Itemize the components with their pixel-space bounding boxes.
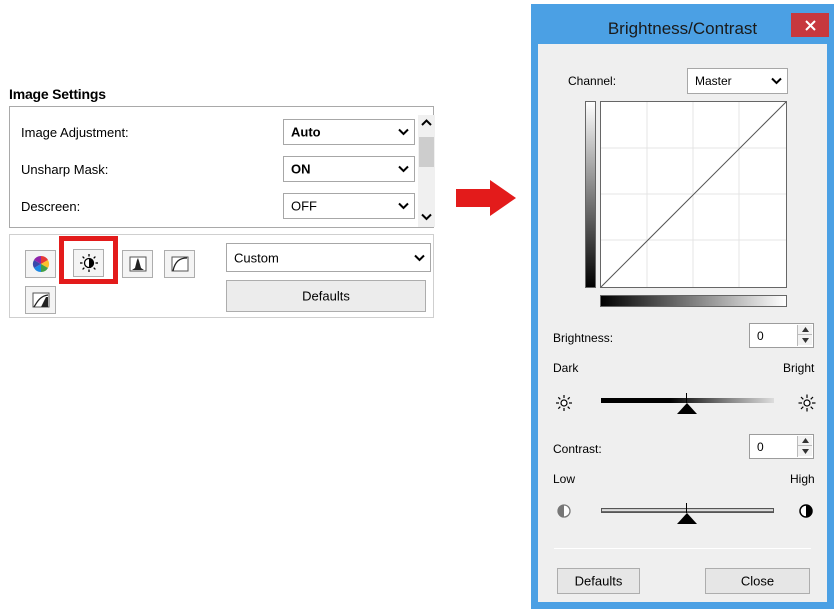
- tone-curve-button[interactable]: [164, 250, 195, 278]
- close-icon: [804, 19, 816, 31]
- spin-down-icon[interactable]: [798, 335, 812, 345]
- curve-line: [600, 101, 787, 288]
- slider-center-tick: [686, 503, 687, 513]
- spin-up-icon[interactable]: [798, 436, 812, 446]
- spin-down-icon[interactable]: [798, 446, 812, 456]
- right-arrow-icon: [456, 180, 516, 216]
- brightness-value: 0: [757, 329, 764, 343]
- final-review-button[interactable]: [25, 286, 56, 314]
- dialog-defaults-button[interactable]: Defaults: [557, 568, 640, 594]
- image-settings-panel: Image Adjustment: Auto Unsharp Mask: ON …: [9, 106, 435, 228]
- settings-scrollbar[interactable]: [418, 115, 435, 227]
- defaults-button[interactable]: Defaults: [226, 280, 426, 312]
- dialog-body: Channel: Master Brightness: 0 Dark Brigh…: [538, 44, 827, 602]
- sun-bright-icon: [798, 394, 816, 412]
- high-label: High: [790, 472, 815, 486]
- defaults-button-label: Defaults: [302, 288, 350, 304]
- descreen-row: Descreen: OFF: [19, 191, 415, 221]
- channel-value: Master: [695, 74, 732, 88]
- chevron-down-icon: [414, 254, 425, 261]
- dark-label: Dark: [553, 361, 579, 375]
- channel-label: Channel:: [568, 74, 617, 88]
- close-window-button[interactable]: [791, 13, 829, 37]
- dialog-title: Brightness/Contrast: [607, 19, 758, 38]
- dialog-close-label: Close: [740, 573, 775, 589]
- contrast-slider[interactable]: [601, 503, 774, 524]
- contrast-high-icon: [799, 504, 813, 518]
- dialog-separator: [554, 548, 811, 549]
- bright-label: Bright: [783, 361, 815, 375]
- scroll-up-icon[interactable]: [421, 119, 432, 127]
- brightness-slider[interactable]: [601, 393, 774, 414]
- image-settings-title: Image Settings: [9, 86, 106, 102]
- scrollbar-thumb[interactable]: [419, 137, 434, 167]
- brightness-spin-buttons[interactable]: [797, 325, 812, 346]
- chevron-down-icon: [771, 77, 782, 85]
- image-adjustment-value: Auto: [291, 124, 321, 140]
- image-adjustment-label: Image Adjustment:: [21, 125, 129, 140]
- channel-dropdown[interactable]: Master: [687, 68, 788, 94]
- contrast-spin-buttons[interactable]: [797, 436, 812, 457]
- brightness-slider-thumb[interactable]: [677, 403, 697, 414]
- image-adjustment-row: Image Adjustment: Auto: [19, 117, 415, 147]
- color-wheel-icon: [32, 255, 49, 273]
- tone-curve-area: [585, 99, 793, 309]
- chevron-down-icon: [398, 165, 409, 173]
- preset-value: Custom: [234, 250, 279, 265]
- dialog-defaults-label: Defaults: [574, 573, 623, 589]
- unsharp-mask-label: Unsharp Mask:: [21, 162, 109, 177]
- slider-center-tick: [686, 393, 687, 403]
- image-adjustment-dropdown[interactable]: Auto: [283, 119, 415, 145]
- descreen-label: Descreen:: [21, 199, 81, 214]
- input-gradient-bar: [600, 295, 787, 307]
- curve-graph[interactable]: [600, 101, 787, 288]
- unsharp-mask-value: ON: [291, 161, 311, 177]
- threshold-icon: [32, 292, 49, 308]
- contrast-spinbox[interactable]: 0: [749, 434, 814, 459]
- brightness-contrast-dialog: Brightness/Contrast Channel: Master Brig…: [531, 4, 834, 609]
- dialog-close-button[interactable]: Close: [705, 568, 810, 594]
- low-label: Low: [553, 472, 576, 486]
- brightness-label: Brightness:: [553, 331, 614, 345]
- spin-up-icon[interactable]: [798, 325, 812, 335]
- contrast-value: 0: [757, 440, 764, 454]
- contrast-label: Contrast:: [553, 442, 602, 456]
- contrast-low-icon: [557, 504, 571, 518]
- sun-dim-icon: [556, 395, 572, 411]
- unsharp-mask-dropdown[interactable]: ON: [283, 156, 415, 182]
- chevron-down-icon: [398, 128, 409, 136]
- brightness-spinbox[interactable]: 0: [749, 323, 814, 348]
- histogram-icon: [129, 256, 146, 272]
- chevron-down-icon: [398, 202, 409, 210]
- preset-dropdown[interactable]: Custom: [226, 243, 431, 272]
- descreen-value: OFF: [291, 198, 317, 214]
- unsharp-mask-row: Unsharp Mask: ON: [19, 154, 415, 184]
- histogram-button[interactable]: [122, 250, 153, 278]
- tone-curve-icon: [171, 256, 188, 272]
- scroll-down-icon[interactable]: [421, 213, 432, 221]
- descreen-dropdown[interactable]: OFF: [283, 193, 415, 219]
- highlight-box: [59, 236, 118, 284]
- color-balance-button[interactable]: [25, 250, 56, 278]
- contrast-slider-thumb[interactable]: [677, 513, 697, 524]
- output-gradient-bar: [585, 101, 596, 288]
